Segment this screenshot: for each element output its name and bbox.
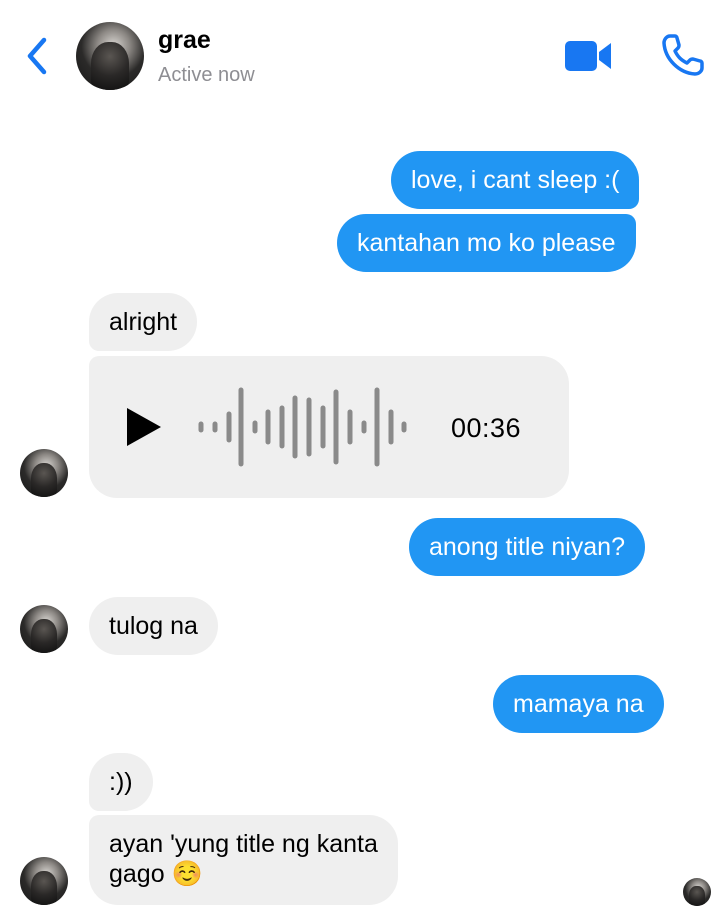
message-bubble-incoming[interactable]: alright xyxy=(89,293,198,351)
play-icon[interactable] xyxy=(123,406,163,448)
phone-icon[interactable] xyxy=(660,32,706,78)
contact-name[interactable]: grae xyxy=(158,26,211,55)
message-bubble-outgoing[interactable]: love, i cant sleep :( xyxy=(391,151,640,209)
contact-avatar[interactable] xyxy=(76,22,144,90)
message-text-line: gago ☺️ xyxy=(109,860,203,888)
contact-avatar[interactable] xyxy=(20,857,68,905)
message-bubble-incoming[interactable]: ayan 'yung title ng kanta gago ☺️ xyxy=(89,815,398,905)
seen-receipt-avatar xyxy=(683,878,711,906)
message-bubble-outgoing[interactable]: anong title niyan? xyxy=(409,518,645,576)
audio-waveform[interactable] xyxy=(195,386,415,468)
active-status: Active now xyxy=(158,64,255,86)
message-bubble-outgoing[interactable]: kantahan mo ko please xyxy=(337,214,636,272)
contact-avatar[interactable] xyxy=(20,449,68,497)
message-bubble-incoming[interactable]: :)) xyxy=(89,753,153,811)
message-bubble-incoming[interactable]: tulog na xyxy=(89,597,218,655)
voice-duration: 00:36 xyxy=(451,413,522,443)
chat-header: grae Active now xyxy=(0,0,720,110)
video-camera-icon[interactable] xyxy=(563,38,613,74)
voice-message[interactable]: 00:36 xyxy=(89,356,569,498)
message-bubble-outgoing[interactable]: mamaya na xyxy=(493,675,664,733)
contact-avatar[interactable] xyxy=(20,605,68,653)
chevron-left-icon[interactable] xyxy=(22,34,54,78)
message-text-line: ayan 'yung title ng kanta xyxy=(109,830,378,858)
